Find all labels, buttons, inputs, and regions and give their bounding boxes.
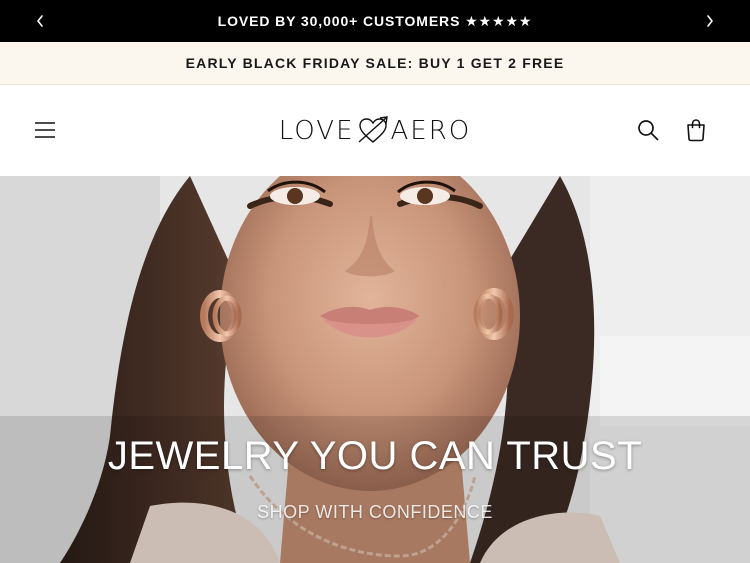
hero-subtitle[interactable]: SHOP WITH CONFIDENCE [0,502,750,523]
logo-text-left: LOVE [278,116,355,146]
shopping-bag-icon [687,119,705,142]
search-button[interactable] [626,108,670,152]
site-header: LOVE AERO [0,85,750,176]
hero-title: JEWELRY YOU CAN TRUST [107,434,643,478]
promo-bar[interactable]: EARLY BLACK FRIDAY SALE: BUY 1 GET 2 FRE… [0,42,750,85]
chevron-left-icon [37,15,43,27]
search-icon [638,120,659,141]
site-logo[interactable]: LOVE AERO [275,111,475,151]
hero-banner[interactable]: JEWELRY YOU CAN TRUST SHOP WITH CONFIDEN… [0,176,750,563]
cart-button[interactable] [674,108,718,152]
logo-text-right: AERO [390,116,472,146]
promo-text: EARLY BLACK FRIDAY SALE: BUY 1 GET 2 FRE… [185,55,565,71]
announcement-text: LOVED BY 30,000+ CUSTOMERS ★★★★★ [217,12,533,29]
announcement-next-button[interactable] [690,0,730,42]
announcement-bar: LOVED BY 30,000+ CUSTOMERS ★★★★★ [0,0,750,42]
chevron-right-icon [707,15,713,27]
menu-button[interactable] [23,108,67,152]
hamburger-menu-icon [35,122,55,138]
announcement-prev-button[interactable] [20,0,60,42]
heart-arrow-icon [358,116,388,143]
